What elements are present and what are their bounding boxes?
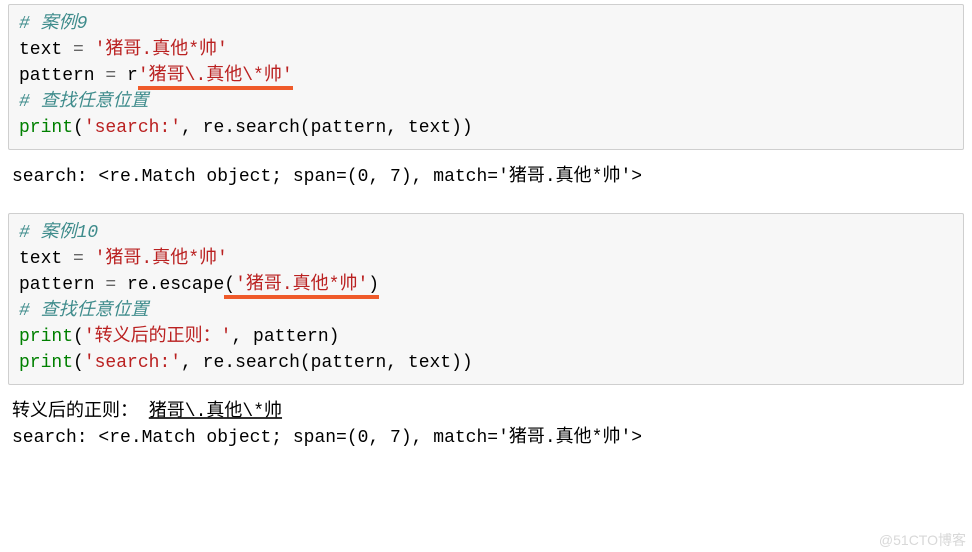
highlighted-span: ('猪哥.真他*帅') bbox=[224, 275, 379, 299]
code-line: # 查找任意位置 bbox=[19, 298, 953, 324]
string-literal: '转义后的正则：' bbox=[84, 327, 232, 347]
code-block-1: # 案例9 text = '猪哥.真他*帅' pattern = r'猪哥\.真… bbox=[8, 4, 964, 150]
code-identifier: pattern bbox=[19, 66, 105, 86]
output-text: 转义后的正则： bbox=[12, 402, 149, 422]
string-literal: '猪哥.真他*帅' bbox=[84, 249, 228, 269]
code-rest: .search(pattern, text)) bbox=[224, 353, 472, 373]
output-text: search: <re.Match object; span=(0, 7), m… bbox=[12, 428, 642, 448]
raw-prefix: r bbox=[116, 66, 138, 86]
paren: ( bbox=[73, 353, 84, 373]
comment: # 案例9 bbox=[19, 14, 87, 34]
string-literal: 'search:' bbox=[84, 118, 181, 138]
builtin-fn: print bbox=[19, 327, 73, 347]
code-rest: .search(pattern, text)) bbox=[224, 118, 472, 138]
code-block-2: # 案例10 text = '猪哥.真他*帅' pattern = re.esc… bbox=[8, 213, 964, 386]
operator: = bbox=[73, 249, 84, 269]
builtin-fn: print bbox=[19, 118, 73, 138]
paren: ( bbox=[224, 275, 235, 295]
operator: = bbox=[105, 66, 116, 86]
output-block-2: 转义后的正则： 猪哥\.真他\*帅 search: <re.Match obje… bbox=[0, 395, 972, 455]
code-line: # 案例10 bbox=[19, 220, 953, 246]
output-line: search: <re.Match object; span=(0, 7), m… bbox=[12, 425, 960, 451]
code-line: pattern = r'猪哥\.真他\*帅' bbox=[19, 63, 953, 89]
code-line: pattern = re.escape('猪哥.真他*帅') bbox=[19, 272, 953, 298]
paren: ( bbox=[73, 327, 84, 347]
method-call: .escape bbox=[149, 275, 225, 295]
code-identifier: pattern bbox=[19, 275, 105, 295]
output-underlined: 猪哥\.真他\*帅 bbox=[149, 402, 282, 422]
paren: ) bbox=[368, 275, 379, 295]
comment: # 查找任意位置 bbox=[19, 301, 149, 321]
code-line: print('转义后的正则：', pattern) bbox=[19, 324, 953, 350]
code-rest: , pattern) bbox=[231, 327, 339, 347]
code-line: text = '猪哥.真他*帅' bbox=[19, 246, 953, 272]
code-line: print('search:', re.search(pattern, text… bbox=[19, 350, 953, 376]
output-text: search: <re.Match object; span=(0, 7), m… bbox=[12, 167, 642, 187]
comment: # 查找任意位置 bbox=[19, 92, 149, 112]
string-literal: '猪哥.真他*帅' bbox=[84, 40, 228, 60]
code-line: # 案例9 bbox=[19, 11, 953, 37]
code-rest: , re bbox=[181, 118, 224, 138]
watermark: @51CTO博客 bbox=[879, 530, 966, 550]
code-rest: re bbox=[116, 275, 148, 295]
string-literal-highlighted: '猪哥\.真他\*帅' bbox=[138, 66, 293, 90]
comment: # 案例10 bbox=[19, 223, 98, 243]
code-line: print('search:', re.search(pattern, text… bbox=[19, 115, 953, 141]
code-identifier: text bbox=[19, 40, 73, 60]
code-rest: , re bbox=[181, 353, 224, 373]
output-line: 转义后的正则： 猪哥\.真他\*帅 bbox=[12, 399, 960, 425]
code-line: # 查找任意位置 bbox=[19, 89, 953, 115]
operator: = bbox=[73, 40, 84, 60]
string-literal: '猪哥.真他*帅' bbox=[235, 275, 368, 295]
code-identifier: text bbox=[19, 249, 73, 269]
operator: = bbox=[105, 275, 116, 295]
code-line: text = '猪哥.真他*帅' bbox=[19, 37, 953, 63]
output-block-1: search: <re.Match object; span=(0, 7), m… bbox=[0, 160, 972, 194]
paren: ( bbox=[73, 118, 84, 138]
builtin-fn: print bbox=[19, 353, 73, 373]
string-literal: 'search:' bbox=[84, 353, 181, 373]
